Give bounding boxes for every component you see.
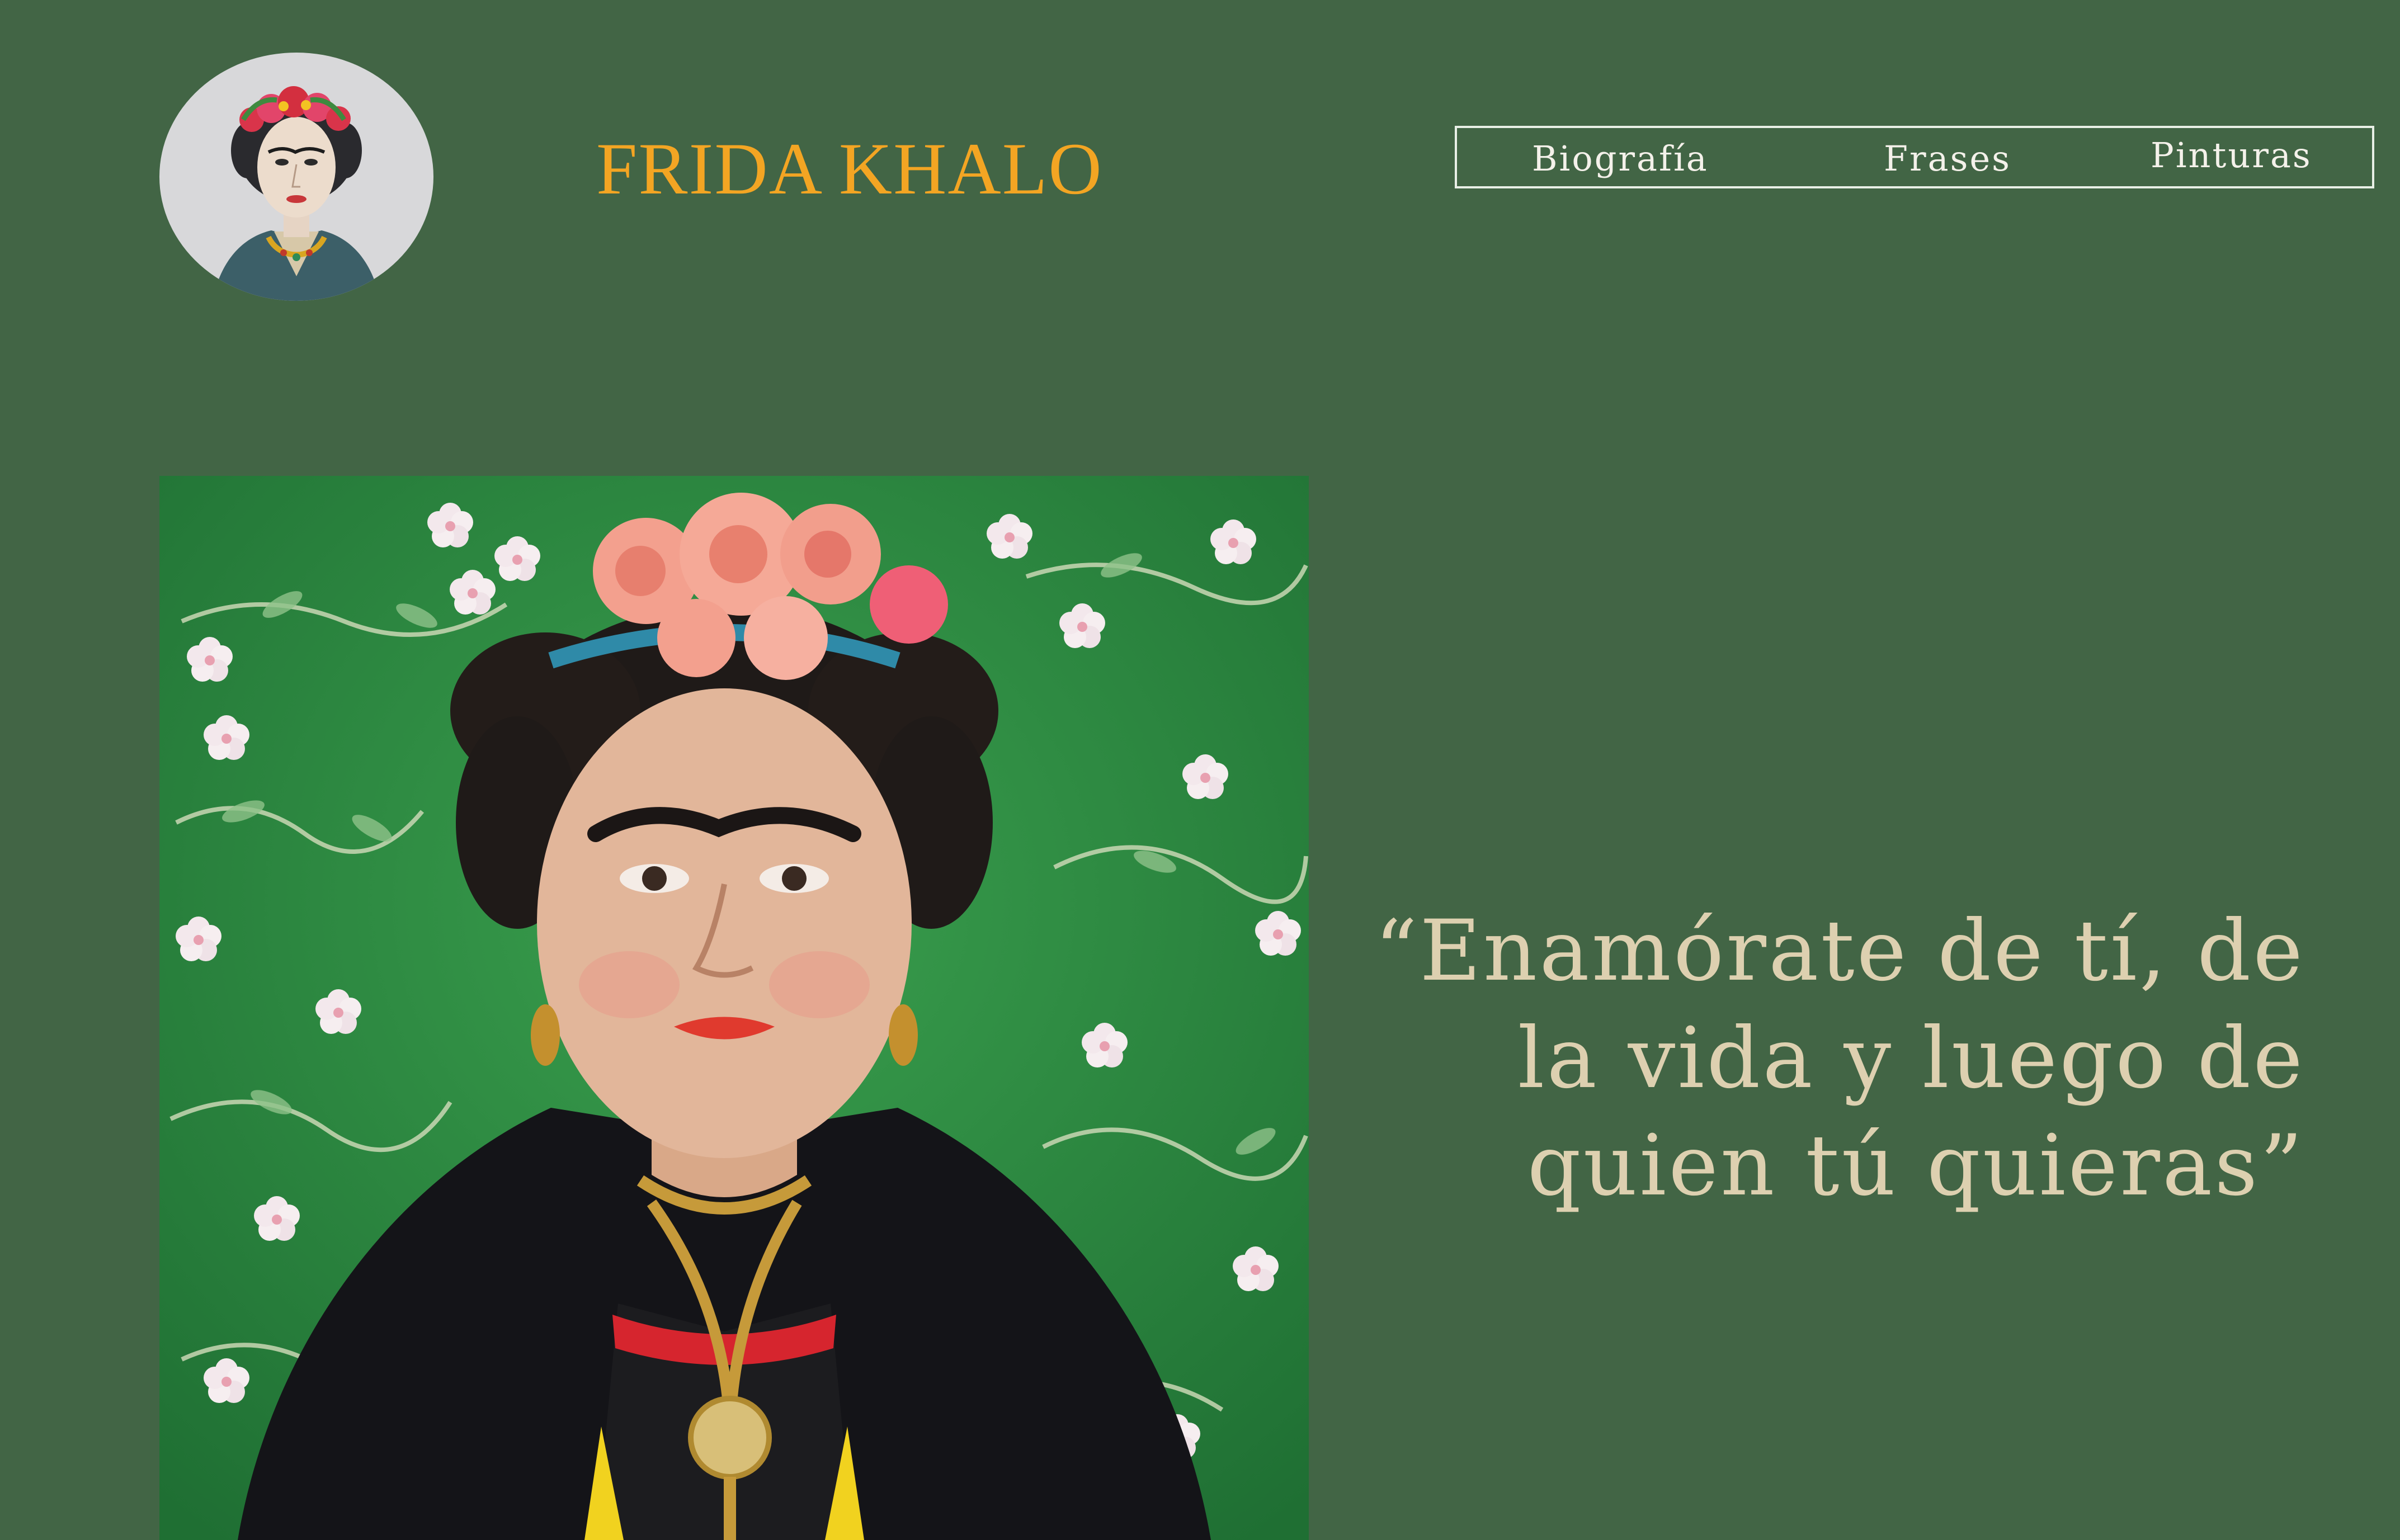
nav-frases[interactable]: Frases — [1884, 141, 2011, 176]
main-nav: Biografía Frases Pinturas — [1455, 126, 2374, 188]
frida-portrait-photo-icon — [159, 476, 1309, 1540]
nav-pinturas[interactable]: Pinturas — [2151, 138, 2312, 173]
logo-avatar[interactable] — [159, 53, 433, 301]
hero-quote: “Enamórate de tí, de la vida y luego de … — [1374, 903, 2305, 1215]
site-title: FRIDA KHALO — [596, 127, 1103, 210]
frida-portrait-logo-icon — [213, 86, 380, 301]
hero-portrait-image — [159, 476, 1309, 1540]
nav-biografia[interactable]: Biografía — [1532, 141, 1709, 176]
